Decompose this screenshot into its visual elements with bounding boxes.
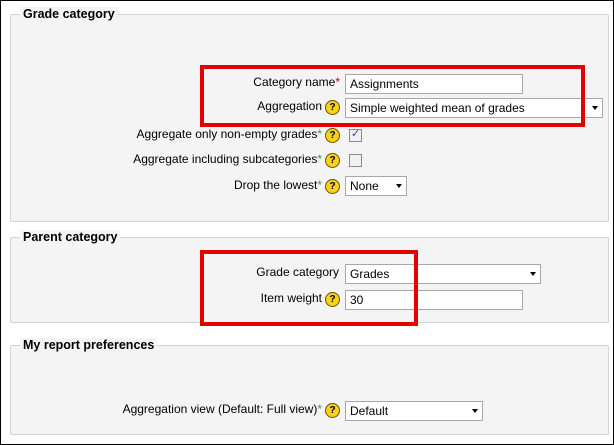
aggregate-nonempty-label: Aggregate only non-empty grades*: [136, 127, 322, 141]
grade-category-legend: Grade category: [20, 7, 118, 21]
aggregate-nonempty-checkbox[interactable]: [349, 127, 362, 142]
chevron-down-icon: [472, 409, 478, 413]
aggregate-subcats-help-icon[interactable]: ?: [325, 153, 340, 168]
chevron-down-icon: [592, 106, 598, 110]
drop-lowest-select[interactable]: None: [345, 176, 407, 196]
chevron-down-icon: [396, 184, 402, 188]
aggregation-view-help-icon[interactable]: ?: [325, 403, 340, 418]
report-prefs-legend: My report preferences: [20, 338, 158, 352]
drop-lowest-label: Drop the lowest*: [233, 178, 322, 192]
report-prefs-section: My report preferences Aggregation view (…: [10, 338, 609, 435]
drop-lowest-value: None: [350, 179, 379, 193]
aggregation-view-label: Aggregation view (Default: Full view)*: [122, 402, 322, 416]
aggregate-subcats-label: Aggregate including subcategories*: [133, 152, 322, 166]
chevron-down-icon: [530, 272, 536, 276]
aggregate-subcats-checkbox[interactable]: [349, 154, 362, 167]
aggregation-view-value: Default: [350, 404, 389, 418]
highlight-box-grade-category: [200, 65, 585, 127]
drop-lowest-help-icon[interactable]: ?: [325, 179, 340, 194]
highlight-box-parent-category: [200, 250, 418, 326]
form-frame: Grade category Category name* Assignment…: [0, 0, 614, 445]
parent-category-legend: Parent category: [20, 230, 121, 244]
aggregation-view-select[interactable]: Default: [345, 401, 483, 421]
aggregate-nonempty-help-icon[interactable]: ?: [325, 128, 340, 143]
